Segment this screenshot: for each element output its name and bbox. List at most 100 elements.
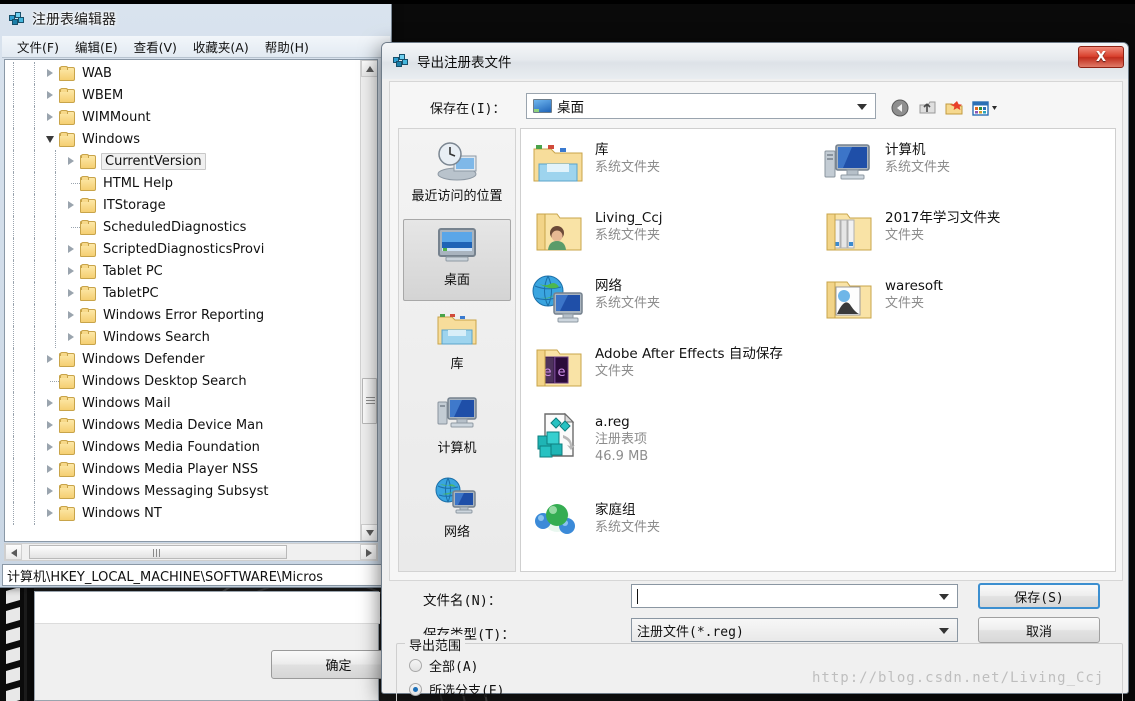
expand-triangle-icon[interactable] — [43, 524, 59, 525]
up-folder-icon[interactable] — [917, 98, 938, 118]
expand-triangle-icon[interactable] — [43, 348, 59, 370]
place-desktop[interactable]: 桌面 — [403, 219, 511, 301]
save-in-combobox[interactable]: 桌面 — [526, 93, 876, 119]
tree-vertical-scrollbar[interactable] — [360, 60, 377, 541]
radio-export-all[interactable]: 全部(A) — [409, 656, 478, 675]
filename-input[interactable] — [631, 584, 958, 608]
tree-item[interactable]: Windows Media Foundation — [5, 436, 361, 458]
tree-item[interactable]: CurrentVersion — [5, 150, 361, 172]
hscroll-thumb[interactable] — [29, 545, 287, 559]
expand-triangle-icon[interactable] — [43, 480, 59, 502]
expand-triangle-icon[interactable] — [43, 392, 59, 414]
expand-triangle-icon[interactable] — [43, 458, 59, 480]
dialog-toolbar[interactable] — [890, 96, 1010, 120]
tree-item[interactable]: Windows Defender — [5, 348, 361, 370]
tree-item[interactable]: ScheduledDiagnostics — [5, 216, 361, 238]
tree-item[interactable]: Windows Media Device Man — [5, 414, 361, 436]
tree-item[interactable]: WAB — [5, 62, 361, 84]
place-recent[interactable]: 最近访问的位置 — [403, 135, 511, 217]
tree-item[interactable]: Windows Desktop Search — [5, 370, 361, 392]
places-bar[interactable]: 最近访问的位置 桌面 库 计算机 网络 — [398, 128, 516, 572]
list-item[interactable]: Living_Ccj 系统文件夹 — [529, 203, 819, 271]
expand-triangle-icon[interactable] — [43, 106, 59, 128]
expand-triangle-icon[interactable] — [64, 194, 80, 216]
tree-guide — [55, 194, 56, 216]
expand-triangle-icon[interactable] — [43, 62, 59, 84]
expand-triangle-icon[interactable] — [64, 282, 80, 304]
tree-item[interactable]: Windows Mail — [5, 392, 361, 414]
registry-tree-pane[interactable]: WAB WBEM WIMMount Windows CurrentVersion HTML… — [4, 59, 378, 542]
save-button[interactable]: 保存(S) — [978, 583, 1100, 609]
tree-item[interactable]: HTML Help — [5, 172, 361, 194]
filetype-combobox[interactable]: 注册文件(*.reg) — [631, 618, 958, 642]
expand-triangle-icon[interactable] — [43, 436, 59, 458]
list-item[interactable]: 网络 系统文件夹 — [529, 271, 819, 339]
expand-triangle-icon[interactable] — [64, 150, 80, 172]
tree-item[interactable]: Tablet PC — [5, 260, 361, 282]
list-item[interactable]: 家庭组 系统文件夹 — [529, 495, 819, 563]
radio-export-branch[interactable]: 所选分支(E) — [409, 680, 504, 699]
chevron-down-icon[interactable] — [939, 628, 949, 634]
scroll-left-button[interactable] — [5, 544, 22, 560]
file-subtitle: 注册表项 — [595, 432, 648, 447]
views-icon[interactable] — [971, 98, 1001, 118]
expand-triangle-icon[interactable] — [64, 304, 80, 326]
tree-item[interactable]: WBEM — [5, 84, 361, 106]
expand-triangle-icon[interactable] — [43, 502, 59, 524]
scroll-down-button[interactable] — [361, 524, 377, 541]
chevron-down-icon[interactable] — [857, 104, 867, 110]
tree-item[interactable]: Windows Messaging Subsyst — [5, 480, 361, 502]
list-item[interactable]: 2017年学习文件夹 文件夹 — [819, 203, 1109, 271]
tree-item[interactable]: Windows Media Player NSS — [5, 458, 361, 480]
scroll-right-button[interactable] — [360, 544, 377, 560]
place-computer[interactable]: 计算机 — [403, 387, 511, 469]
menu-file[interactable]: 文件(F) — [10, 35, 66, 58]
tree-guide — [13, 150, 14, 172]
radio-button[interactable] — [409, 683, 422, 696]
menu-help[interactable]: 帮助(H) — [258, 35, 316, 58]
registry-editor-menubar[interactable]: 文件(F) 编辑(E) 查看(V) 收藏夹(A) 帮助(H) — [2, 36, 390, 58]
place-libraries[interactable]: 库 — [403, 303, 511, 385]
back-icon[interactable] — [890, 98, 911, 118]
expand-triangle-icon[interactable] — [64, 238, 80, 260]
tree-guide — [13, 326, 14, 348]
registry-editor-titlebar: 注册表编辑器 — [0, 4, 392, 34]
list-item[interactable]: a.reg 注册表项 46.9 MB — [529, 407, 819, 495]
list-item[interactable]: 计算机 系统文件夹 — [819, 135, 1109, 203]
list-item[interactable]: 库 系统文件夹 — [529, 135, 819, 203]
tree-guide — [13, 216, 14, 238]
new-folder-icon[interactable] — [944, 98, 965, 118]
list-item[interactable]: waresoft 文件夹 — [819, 271, 1109, 339]
tree-item[interactable]: ITStorage — [5, 194, 361, 216]
chevron-down-icon[interactable] — [939, 594, 949, 600]
collapse-triangle-icon[interactable] — [43, 128, 59, 150]
scroll-up-button[interactable] — [361, 60, 377, 77]
menu-view[interactable]: 查看(V) — [127, 35, 184, 58]
tree-guide — [34, 458, 35, 480]
expand-triangle-icon[interactable] — [64, 260, 80, 282]
radio-button[interactable] — [409, 659, 422, 672]
tree-item[interactable]: WIMMount — [5, 106, 361, 128]
tree-item[interactable]: Windows — [5, 128, 361, 150]
scroll-thumb[interactable] — [362, 378, 377, 424]
tree-item[interactable]: Windows Photo Viewer — [5, 524, 361, 525]
tree-item[interactable]: Windows Search — [5, 326, 361, 348]
cancel-button[interactable]: 取消 — [978, 617, 1100, 643]
file-size: 46.9 MB — [595, 449, 649, 464]
tree-item[interactable]: TabletPC — [5, 282, 361, 304]
file-subtitle: 文件夹 — [595, 364, 635, 379]
menu-favorites[interactable]: 收藏夹(A) — [186, 35, 256, 58]
list-item[interactable]: e e Adobe After Effects 自动保存 文件夹 — [529, 339, 819, 407]
tree-item[interactable]: ScriptedDiagnosticsProvi — [5, 238, 361, 260]
tree-item[interactable]: Windows Error Reporting — [5, 304, 361, 326]
close-icon[interactable]: X — [1078, 46, 1124, 68]
expand-triangle-icon[interactable] — [43, 414, 59, 436]
tree-horizontal-scrollbar[interactable] — [4, 543, 378, 561]
place-network[interactable]: 网络 — [403, 471, 511, 553]
expand-triangle-icon[interactable] — [64, 326, 80, 348]
menu-edit[interactable]: 编辑(E) — [68, 35, 125, 58]
tree-item[interactable]: Windows NT — [5, 502, 361, 524]
expand-triangle-icon[interactable] — [43, 84, 59, 106]
registry-tree[interactable]: WAB WBEM WIMMount Windows CurrentVersion HTML… — [5, 62, 361, 525]
file-list[interactable]: 库 系统文件夹 Living_Ccj 系统文件夹 网络 系统文件夹 e e Ad… — [520, 128, 1116, 572]
